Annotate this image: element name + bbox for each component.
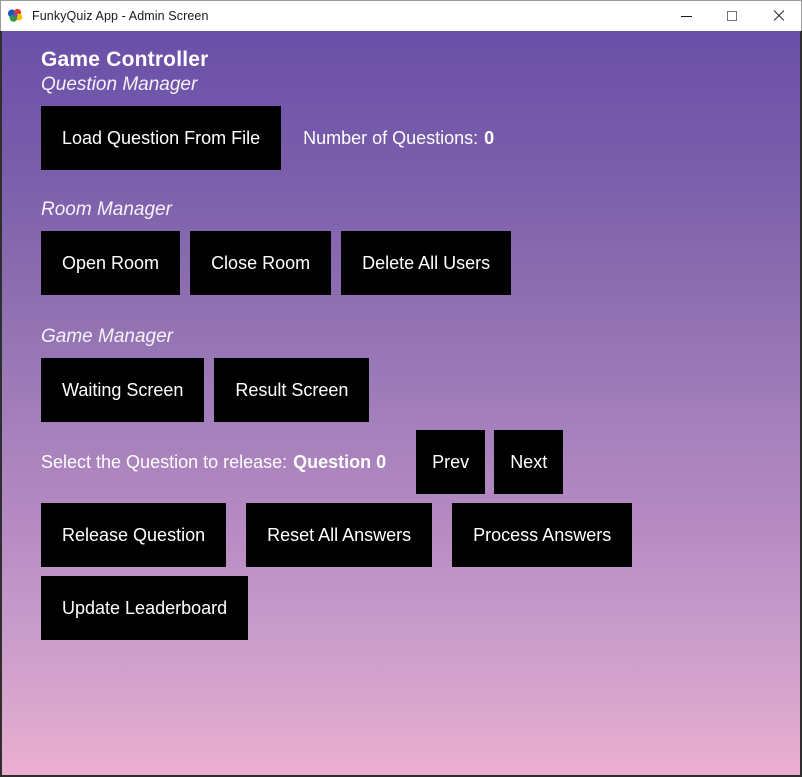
close-icon — [772, 10, 784, 22]
process-answers-button[interactable]: Process Answers — [452, 503, 633, 567]
content-root: Game Controller Question Manager Load Qu… — [2, 31, 800, 775]
question-count-value: 0 — [484, 127, 495, 148]
question-select-value: Question 0 — [293, 451, 387, 472]
question-select-display: Select the Question to release: Question… — [41, 452, 386, 473]
question-select-label: Select the Question to release: — [41, 451, 288, 472]
close-room-button[interactable]: Close Room — [190, 231, 332, 295]
funkyquiz-app-icon — [6, 7, 24, 25]
question-count: Number of Questions: 0 — [303, 128, 494, 149]
question-manager-row: Load Question From File Number of Questi… — [41, 106, 800, 170]
answer-actions-row: Release Question Reset All Answers Proce… — [41, 503, 800, 567]
window-controls — [663, 1, 801, 31]
game-screen-row: Waiting Screen Result Screen — [41, 358, 800, 422]
next-question-button[interactable]: Next — [494, 430, 564, 494]
question-count-label: Number of Questions: — [303, 127, 479, 148]
section-title-question-manager: Question Manager — [41, 74, 198, 95]
leaderboard-row: Update Leaderboard — [41, 576, 800, 640]
title-bar: FunkyQuiz App - Admin Screen — [0, 0, 802, 31]
section-game-manager: Game Manager Waiting Screen Result Scree… — [41, 325, 800, 640]
section-title-room-manager: Room Manager — [41, 199, 172, 220]
waiting-screen-button[interactable]: Waiting Screen — [41, 358, 205, 422]
room-manager-row: Open Room Close Room Delete All Users — [41, 231, 800, 295]
section-title-game-manager: Game Manager — [41, 326, 174, 347]
delete-all-users-button[interactable]: Delete All Users — [341, 231, 512, 295]
app-window: FunkyQuiz App - Admin Screen Game Contro… — [0, 0, 802, 777]
section-question-manager: Question Manager Load Question From File… — [41, 73, 800, 170]
maximize-icon — [727, 11, 737, 21]
load-question-from-file-button[interactable]: Load Question From File — [41, 106, 282, 170]
minimize-icon — [680, 15, 692, 17]
section-room-manager: Room Manager Open Room Close Room Delete… — [41, 198, 800, 295]
page-title: Game Controller — [41, 48, 209, 71]
window-title: FunkyQuiz App - Admin Screen — [32, 9, 209, 23]
release-question-button[interactable]: Release Question — [41, 503, 227, 567]
open-room-button[interactable]: Open Room — [41, 231, 181, 295]
update-leaderboard-button[interactable]: Update Leaderboard — [41, 576, 249, 640]
reset-all-answers-button[interactable]: Reset All Answers — [246, 503, 433, 567]
title-bar-left: FunkyQuiz App - Admin Screen — [1, 7, 663, 25]
client-area: Game Controller Question Manager Load Qu… — [0, 31, 802, 777]
result-screen-button[interactable]: Result Screen — [214, 358, 370, 422]
maximize-button[interactable] — [709, 1, 755, 31]
prev-question-button[interactable]: Prev — [416, 430, 486, 494]
question-select-row: Select the Question to release: Question… — [41, 430, 800, 494]
close-button[interactable] — [755, 1, 801, 31]
minimize-button[interactable] — [663, 1, 709, 31]
